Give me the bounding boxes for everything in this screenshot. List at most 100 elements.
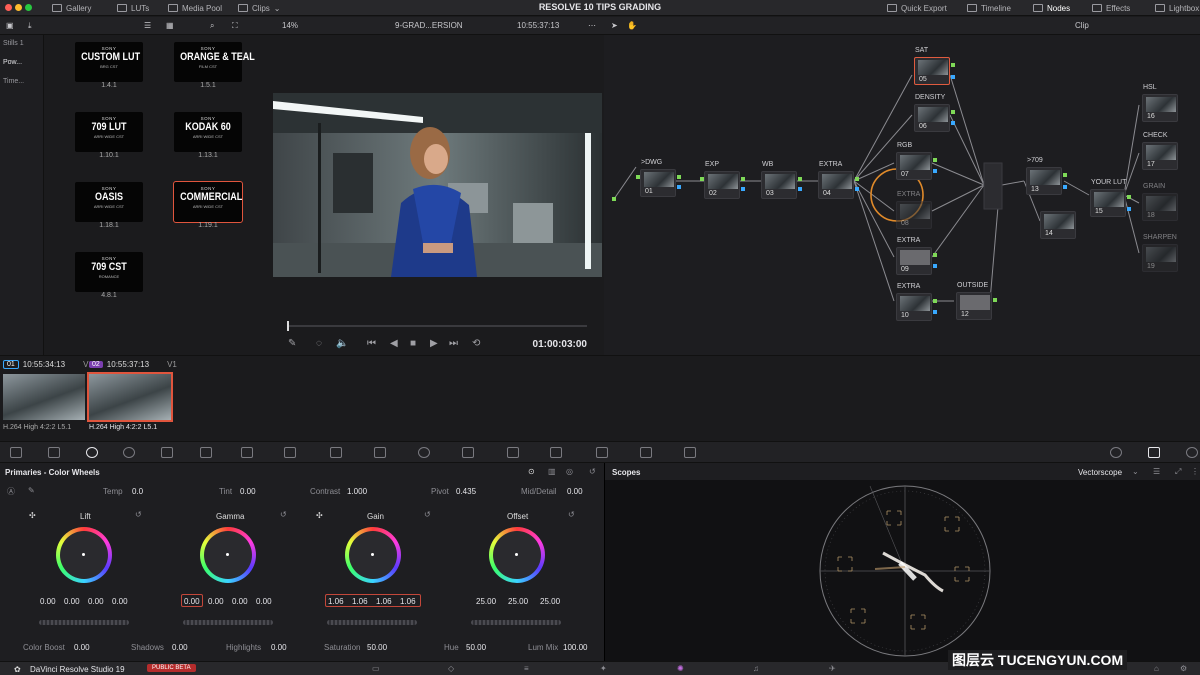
clip-thumbnail[interactable] xyxy=(3,374,85,420)
node-14[interactable]: 14 xyxy=(1040,211,1076,239)
node-12[interactable]: OUTSIDE 12 xyxy=(956,282,992,320)
sizing-icon[interactable] xyxy=(640,447,652,458)
color-match-icon[interactable] xyxy=(48,447,60,458)
node-19[interactable]: SHARPEN 19 xyxy=(1142,234,1178,272)
node-input-port[interactable] xyxy=(636,175,640,179)
still-orange-teal[interactable]: SONY ORANGE & TEAL FILM CST xyxy=(174,42,255,82)
home-icon[interactable]: ⌂ xyxy=(1154,664,1159,673)
offset-g-value[interactable]: 25.00 xyxy=(508,597,528,606)
lift-b-value[interactable]: 0.00 xyxy=(112,597,128,606)
loop-icon[interactable]: ⟲ xyxy=(472,338,480,349)
node-key-port[interactable] xyxy=(933,264,937,268)
sidebar-item-stills[interactable]: Stills 1 xyxy=(3,40,24,47)
offset-b-value[interactable]: 25.00 xyxy=(540,597,560,606)
clip-name[interactable]: 9-GRAD...ERSION xyxy=(395,21,463,30)
node-mode-selector[interactable]: Clip xyxy=(1075,21,1089,30)
effects-button[interactable]: Effects xyxy=(1092,2,1130,14)
gain-reset-icon[interactable]: ↺ xyxy=(424,510,431,519)
scope-type-selector[interactable]: Vectorscope xyxy=(1078,468,1122,477)
window-icon[interactable] xyxy=(374,447,386,458)
node-key-port[interactable] xyxy=(855,187,859,191)
lift-wheel-center[interactable] xyxy=(82,553,85,556)
node-08[interactable]: EXTRA 08 xyxy=(896,191,932,229)
more-icon[interactable]: ⋮ xyxy=(1191,467,1199,476)
tab-clips[interactable]: Clips ⌄ xyxy=(238,2,280,14)
mixer-node[interactable] xyxy=(983,162,1003,210)
log-mode-icon[interactable]: ◎ xyxy=(566,467,573,476)
still-709-lut[interactable]: SONY 709 LUT ARRI WIDE CST xyxy=(75,112,143,152)
timeline-scrubber[interactable] xyxy=(287,325,587,327)
lightbox-button[interactable]: Lightbox xyxy=(1155,2,1199,14)
blur-icon[interactable] xyxy=(550,447,562,458)
fusion-page-icon[interactable]: ✦ xyxy=(600,664,607,673)
node-02[interactable]: EXP 02 xyxy=(704,161,740,199)
node-13[interactable]: >709 13 xyxy=(1026,157,1062,195)
color-slice-icon[interactable] xyxy=(1110,447,1122,458)
gain-b-value[interactable]: 1.06 xyxy=(400,597,416,606)
cut-page-icon[interactable]: ◇ xyxy=(448,664,454,673)
timeline-button[interactable]: Timeline xyxy=(967,2,1011,14)
color-wheels-icon[interactable] xyxy=(86,447,98,458)
node-03[interactable]: WB 03 xyxy=(761,161,797,199)
node-key-port[interactable] xyxy=(798,187,802,191)
info-icon[interactable] xyxy=(1186,447,1198,458)
minimize-window-icon[interactable] xyxy=(15,4,22,11)
download-icon[interactable]: ⤓ xyxy=(28,21,32,31)
gamma-r-value[interactable]: 0.00 xyxy=(208,597,224,606)
still-709-cst[interactable]: SONY 709 CST ROMANCE xyxy=(75,252,143,292)
node-output-port[interactable] xyxy=(993,298,997,302)
3d-icon[interactable] xyxy=(684,447,696,458)
skip-back-icon[interactable]: ⏮ xyxy=(367,338,376,349)
fullscreen-icon[interactable]: ⛶ xyxy=(232,21,238,31)
node-09[interactable]: EXTRA 09 xyxy=(896,237,932,275)
highlights-value[interactable]: 0.00 xyxy=(271,643,287,652)
step-back-icon[interactable]: ◀ xyxy=(390,338,398,349)
color-warper-icon[interactable] xyxy=(284,447,296,458)
gamma-g-value[interactable]: 0.00 xyxy=(232,597,248,606)
more-options-icon[interactable]: ⋯ xyxy=(588,21,596,30)
gain-master-slider[interactable] xyxy=(327,620,417,625)
close-window-icon[interactable] xyxy=(5,4,12,11)
gain-picker-icon[interactable]: ✣ xyxy=(316,511,323,520)
list-view-icon[interactable]: ☰ xyxy=(144,21,151,30)
qualifier-icon[interactable] xyxy=(330,447,342,458)
skip-forward-icon[interactable]: ⏭ xyxy=(449,338,458,349)
auto-balance-icon[interactable]: Ⓐ xyxy=(7,486,15,497)
node-key-port[interactable] xyxy=(951,121,955,125)
input-port[interactable] xyxy=(612,197,616,201)
curves-icon[interactable] xyxy=(241,447,253,458)
mid-detail-value[interactable]: 0.00 xyxy=(567,487,583,496)
gain-r-value[interactable]: 1.06 xyxy=(352,597,368,606)
tab-luts[interactable]: LUTs xyxy=(117,2,149,14)
quick-export-button[interactable]: Quick Export xyxy=(887,2,947,14)
sidebar-item-powergrade[interactable]: Pow... xyxy=(3,59,22,66)
key-icon[interactable] xyxy=(596,447,608,458)
lift-reset-icon[interactable]: ↺ xyxy=(135,510,142,519)
tint-value[interactable]: 0.00 xyxy=(240,487,256,496)
temp-value[interactable]: 0.0 xyxy=(132,487,143,496)
offset-r-value[interactable]: 25.00 xyxy=(476,597,496,606)
power-window-icon[interactable] xyxy=(418,447,430,458)
video-frame[interactable] xyxy=(273,93,602,277)
node-key-port[interactable] xyxy=(951,75,955,79)
scope-settings-icon[interactable]: ☰ xyxy=(1153,467,1160,476)
node-output-port[interactable] xyxy=(933,299,937,303)
bars-mode-icon[interactable]: ▥ xyxy=(548,467,556,476)
shadows-value[interactable]: 0.00 xyxy=(172,643,188,652)
node-04[interactable]: EXTRA 04 xyxy=(818,161,854,199)
node-key-port[interactable] xyxy=(741,187,745,191)
nodes-button[interactable]: Nodes xyxy=(1033,2,1070,14)
gamma-y-value[interactable]: 0.00 xyxy=(184,597,200,606)
motion-effects-icon[interactable] xyxy=(200,447,212,458)
node-output-port[interactable] xyxy=(798,177,802,181)
mask-icon[interactable]: ◌ xyxy=(316,338,322,349)
node-07[interactable]: RGB 07 xyxy=(896,142,932,180)
gamma-wheel-center[interactable] xyxy=(226,553,229,556)
node-output-port[interactable] xyxy=(855,177,859,181)
wheels-mode-icon[interactable]: ⊙ xyxy=(528,467,535,476)
node-01[interactable]: >DWG 01 xyxy=(640,159,676,197)
node-output-port[interactable] xyxy=(677,175,681,179)
gamma-master-slider[interactable] xyxy=(183,620,273,625)
tracker-icon[interactable] xyxy=(462,447,474,458)
node-output-port[interactable] xyxy=(741,177,745,181)
